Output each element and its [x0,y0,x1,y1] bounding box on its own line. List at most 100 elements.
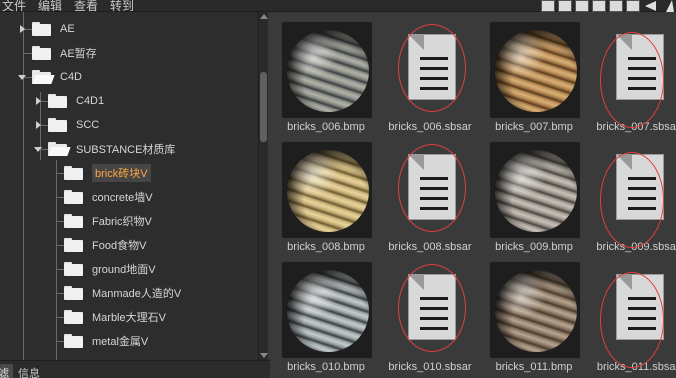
tree-node-label: metal金属V [92,336,149,348]
panel-tabs: 滤 信息 [0,360,270,378]
forward-arrow-icon[interactable] [660,0,674,12]
file-name-label: bricks_011.bmp [495,361,573,373]
tree-node[interactable]: C4D1 [36,91,104,111]
file-tile[interactable]: bricks_010.bmp [274,252,378,373]
file-tile[interactable]: bricks_009.bmp [482,132,586,253]
material-thumbnail [490,262,580,358]
file-tile[interactable]: bricks_008.bmp [274,132,378,253]
file-tile[interactable]: bricks_010.sbsar [378,252,482,373]
tree-node[interactable]: AE暂存 [32,43,97,63]
tree-node[interactable]: AE [20,19,75,39]
expand-down-icon[interactable] [18,75,26,80]
expand-right-icon[interactable] [20,25,25,33]
folder-icon [64,166,83,180]
tree-guide-line [56,269,64,270]
tree-guide-line [56,293,64,294]
file-tile[interactable]: bricks_006.bmp [274,12,378,133]
tree-node[interactable]: Food食物V [64,235,146,255]
scroll-thumb[interactable] [260,72,267,142]
tree-node[interactable]: concrete墙V [64,187,153,207]
material-sphere [495,270,577,352]
folder-icon [64,310,83,324]
scroll-down-arrow-icon[interactable] [260,353,268,358]
tree-node[interactable]: Manmade人造的V [64,283,181,303]
scroll-up-arrow-icon[interactable] [260,14,268,19]
tree-guide-line [56,245,64,246]
highlight-circle [398,264,466,352]
file-tile[interactable]: bricks_007.bmp [482,12,586,133]
file-tile[interactable]: bricks_011.bmp [482,252,586,373]
folder-up-icon[interactable] [575,0,589,12]
tree-node[interactable]: SUBSTANCE材质库 [34,139,175,159]
star-icon[interactable] [626,0,640,12]
tree-guide-line [56,221,64,222]
expand-down-icon[interactable] [34,147,42,152]
folder-icon [64,334,83,348]
tree-node[interactable]: Marble大理石V [64,307,166,327]
tree-node-label: Manmade人造的V [92,288,182,300]
tree-guide-line [56,317,64,318]
file-name-label: bricks_010.sbsar [388,361,472,373]
tree-node-label: concrete墙V [92,192,153,204]
tree-node[interactable]: ground地面V [64,259,156,279]
tree-node[interactable]: C4D [18,67,83,87]
file-name-label: bricks_010.bmp [287,361,365,373]
tree-node[interactable]: SCC [36,115,100,135]
tab-info[interactable]: 信息 [14,364,44,378]
material-thumbnail [282,142,372,238]
folder-icon [64,262,83,276]
file-tile[interactable]: bricks_011.sbsar [586,252,676,373]
tree-node-label: ground地面V [92,264,156,276]
tree-node-label: AE暂存 [60,48,97,60]
toolbar [541,0,674,12]
material-sphere [495,150,577,232]
pencil-icon[interactable] [541,0,555,12]
expand-right-icon[interactable] [36,97,41,105]
file-tile[interactable]: bricks_008.sbsar [378,132,482,253]
tree-node-label: AE [60,23,75,35]
material-sphere [287,270,369,352]
back-arrow-icon[interactable] [643,0,657,12]
tree-guide-line [56,160,57,360]
tree-node-label: Fabric织物V [92,216,152,228]
tree-node-label: SCC [76,119,100,131]
folder-icon [64,190,83,204]
tree-guide-line [56,341,64,342]
file-tile[interactable]: bricks_007.sbsar [586,12,676,133]
tree-guide-line [40,101,48,102]
highlight-circle [398,144,466,232]
tree-node[interactable]: metal金属V [64,331,148,351]
file-tile[interactable]: bricks_009.sbsar [586,132,676,253]
tree-guide-line [23,12,24,360]
tree-node-label: Marble大理石V [92,312,166,324]
folder-icon [64,238,83,252]
material-thumbnail [490,142,580,238]
material-thumbnail [490,22,580,118]
tree-node-label: Food食物V [92,240,147,252]
tree-node[interactable]: Fabric织物V [64,211,152,231]
material-sphere [287,150,369,232]
expand-right-icon[interactable] [36,121,41,129]
tab-filter[interactable]: 滤 [0,364,13,378]
book-icon[interactable] [609,0,623,12]
material-sphere [495,30,577,112]
material-thumbnail [282,22,372,118]
folder-icon [48,94,67,108]
file-grid: bricks_006.bmp bricks_006.sbsar bricks_007… [270,12,676,378]
tree-guide-line [23,53,32,54]
tree-node-label: brick砖块V [92,164,151,182]
material-sphere [287,30,369,112]
folder-tree: AE AE暂存 C4D C4D1 SCC SUBSTANCE材质库 brick砖块V conc… [0,12,258,360]
highlight-circle [600,272,664,368]
tree-guide-line [56,173,64,174]
home-icon[interactable] [558,0,572,12]
menu-bar: 文件 编辑 查看 转到 [0,0,676,13]
file-tile[interactable]: bricks_006.sbsar [378,12,482,133]
tree-scrollbar[interactable] [258,12,268,360]
tree-node[interactable]: brick砖块V [64,163,151,183]
folder-icon [64,214,83,228]
material-thumbnail [282,262,372,358]
tree-node-label: C4D [60,71,83,83]
layers-icon[interactable] [592,0,606,12]
folder-icon [48,118,67,132]
